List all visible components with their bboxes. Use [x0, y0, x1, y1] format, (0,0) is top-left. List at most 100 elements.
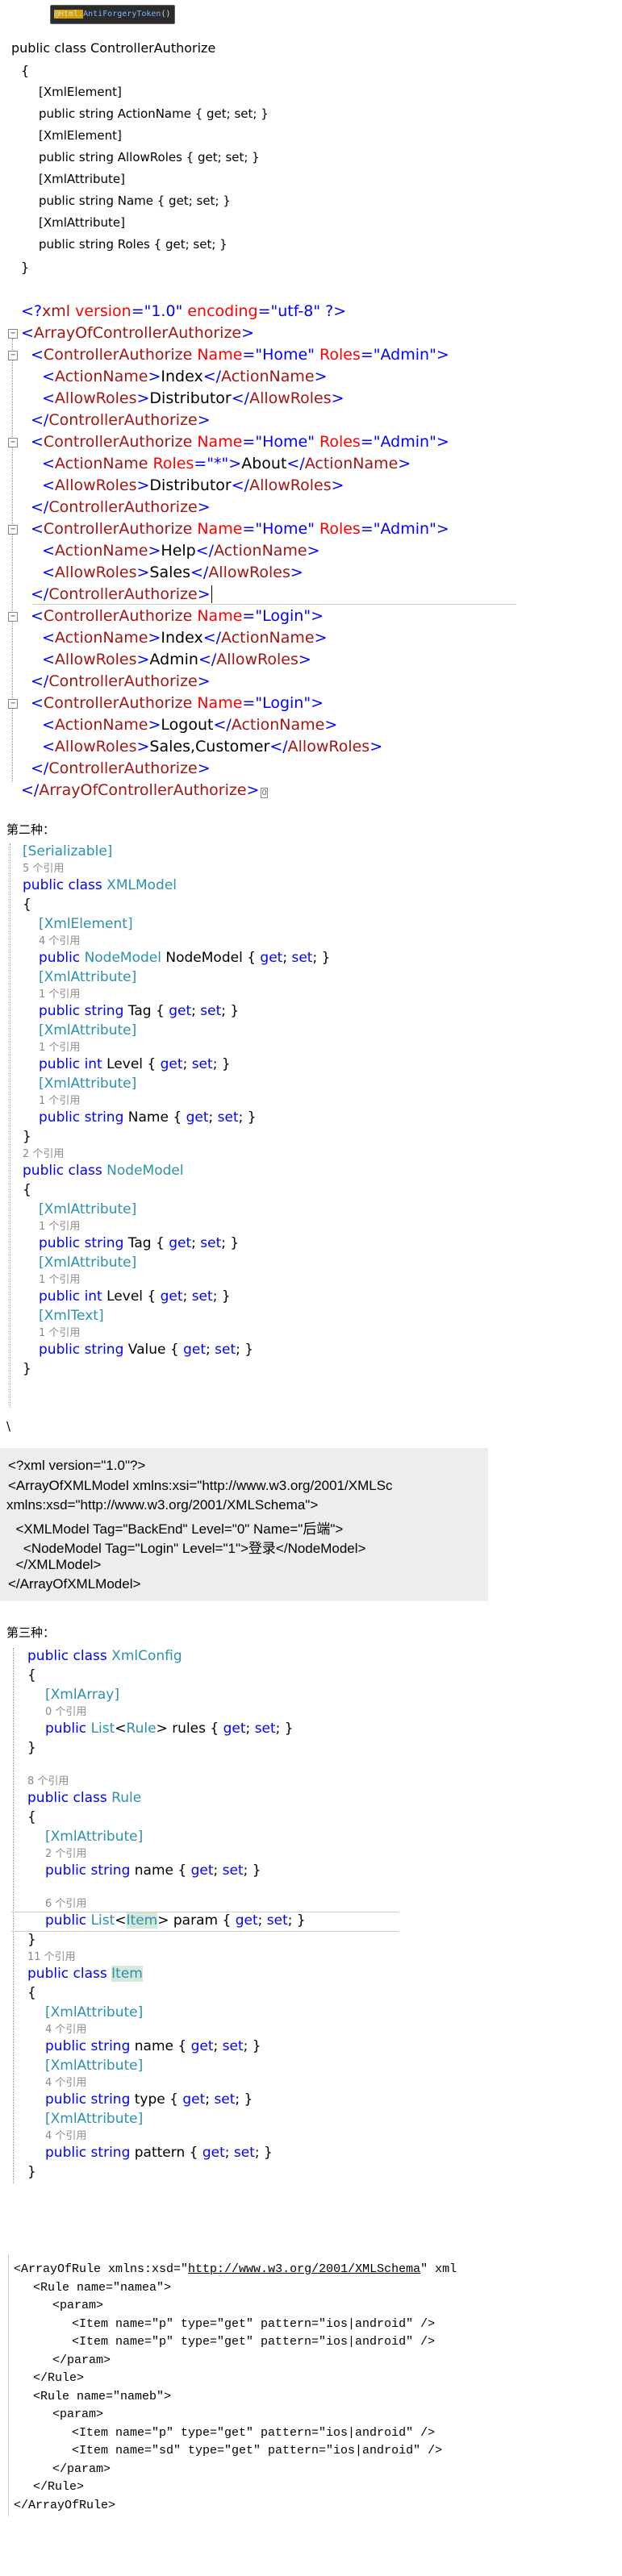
xml-allow-line: <AllowRoles>Sales</AllowRoles>: [42, 564, 303, 581]
attribute-line: [XmlText]: [39, 1308, 104, 1324]
collapse-icon[interactable]: −: [8, 329, 18, 339]
reference-count[interactable]: 6 个引用: [45, 1899, 86, 1910]
collapse-icon[interactable]: −: [8, 699, 18, 709]
property-line: public string name { get; set; }: [45, 2038, 261, 2054]
collapse-icon[interactable]: −: [8, 612, 18, 622]
brace: }: [27, 2164, 36, 2180]
antiforgery-badge: @Html.AntiForgeryToken(): [50, 5, 175, 24]
brace: {: [23, 897, 31, 913]
xml-action-line: <ActionName>Index</ActionName>: [42, 629, 328, 647]
xml-text-line: </param>: [52, 2353, 111, 2367]
reference-count[interactable]: 8 个引用: [27, 1776, 69, 1787]
xml-text-line: <Rule name="nameb">: [33, 2389, 172, 2403]
reference-count[interactable]: 4 个引用: [45, 2078, 86, 2089]
brace: }: [23, 1361, 31, 1377]
member-line: [XmlAttribute]: [39, 215, 125, 230]
xml-entry-open: <ControllerAuthorize Name="Home" Roles="…: [31, 433, 449, 451]
xml-text-line: <ArrayOfXMLModel xmlns:xsi="http://www.w…: [8, 1477, 393, 1493]
attribute-line: [XmlAttribute]: [45, 2004, 144, 2020]
attribute-line: [XmlAttribute]: [45, 1829, 144, 1845]
xml-text-line: <?xml version="1.0"?>: [8, 1458, 146, 1473]
xml-entry-close: </ControllerAuthorize>: [31, 672, 211, 690]
member-line: public string AllowRoles { get; set; }: [39, 150, 260, 164]
property-line: public string Tag { get; set; }: [39, 1235, 240, 1251]
xml-entry-close: </ControllerAuthorize>: [31, 759, 211, 777]
xml-text-line: <NodeModel Tag="Login" Level="1">登录</Nod…: [8, 1541, 366, 1556]
reference-count[interactable]: 1 个引用: [39, 1328, 80, 1339]
xml-declaration: <?xml version="1.0" encoding="utf-8" ?>: [21, 302, 347, 320]
fold-guide: [12, 339, 13, 782]
xml-entry-open: <ControllerAuthorize Name="Home" Roles="…: [31, 346, 449, 364]
property-line: public NodeModel NodeModel { get; set; }: [39, 950, 331, 966]
xml-text-line: </Rule>: [33, 2371, 85, 2385]
xml-root-close: </ArrayOfControllerAuthorize> 0: [21, 781, 268, 799]
reference-count[interactable]: 11 个引用: [27, 1952, 76, 1963]
attribute-line: [XmlAttribute]: [45, 2058, 144, 2074]
xml-allow-line: <AllowRoles>Admin</AllowRoles>: [42, 651, 311, 668]
section-2-xml-panel: <?xml version="1.0"?> <ArrayOfXMLModel xm…: [0, 1448, 488, 1601]
brace: }: [27, 1740, 36, 1756]
brace: {: [27, 1809, 36, 1825]
schema-link[interactable]: http://www.w3.org/2001/XMLSchema: [188, 2262, 420, 2276]
reference-count[interactable]: 2 个引用: [23, 1149, 64, 1160]
xml-text-line: </Rule>: [33, 2480, 85, 2494]
reference-count[interactable]: 1 个引用: [39, 1096, 80, 1107]
brace: }: [23, 1129, 31, 1145]
property-line: public string name { get; set; }: [45, 1862, 261, 1879]
collapse-icon[interactable]: −: [8, 525, 18, 535]
attribute-line: [XmlAttribute]: [39, 1255, 137, 1271]
xml-action-line: <ActionName>Help</ActionName>: [42, 542, 320, 560]
property-line: public string Name { get; set; }: [39, 1109, 257, 1126]
xml-entry-close: </ControllerAuthorize>: [31, 585, 212, 603]
xml-action-line: <ActionName Roles="*">About</ActionName>: [42, 455, 411, 472]
open-brace: {: [21, 63, 30, 78]
attribute-line: [XmlArray]: [45, 1687, 119, 1703]
class-declaration: public class XmlConfig: [27, 1648, 182, 1664]
collapse-icon[interactable]: −: [8, 438, 18, 447]
member-line: [XmlElement]: [39, 85, 122, 99]
property-line: public string Value { get; set; }: [39, 1342, 254, 1358]
xml-allow-line: <AllowRoles>Distributor</AllowRoles>: [42, 389, 344, 407]
xml-text-line: <ArrayOfRule xmlns:xsd="http://www.w3.or…: [14, 2262, 457, 2276]
xml-text-line: </XMLModel>: [8, 1556, 102, 1572]
section-3-xml-panel: <ArrayOfRule xmlns:xsd="http://www.w3.or…: [8, 2254, 622, 2516]
member-line: public string Roles { get; set; }: [39, 237, 228, 252]
brace: }: [27, 1932, 36, 1948]
member-line: [XmlAttribute]: [39, 172, 125, 186]
property-line: public string pattern { get; set; }: [45, 2145, 273, 2161]
property-line: public string Tag { get; set; }: [39, 1003, 240, 1019]
attribute-line: [XmlAttribute]: [39, 1201, 137, 1217]
badge-method: AntiForgeryToken: [83, 10, 161, 19]
reference-count[interactable]: 4 个引用: [45, 2025, 86, 2036]
reference-count[interactable]: 5 个引用: [23, 864, 64, 875]
attribute-line: [XmlAttribute]: [45, 2111, 144, 2127]
reference-count[interactable]: 2 个引用: [45, 1849, 86, 1860]
section-3-title: 第三种：: [6, 1625, 56, 1640]
reference-count[interactable]: 1 个引用: [39, 989, 80, 1001]
reference-count[interactable]: 1 个引用: [39, 1221, 80, 1233]
xml-text-line: <param>: [52, 2299, 104, 2312]
class-declaration: public class NodeModel: [23, 1163, 184, 1179]
property-line: public int Level { get; set; }: [39, 1056, 231, 1072]
member-line: public string Name { get; set; }: [39, 194, 231, 208]
attribute-line: [XmlAttribute]: [39, 1076, 137, 1092]
reference-count[interactable]: 0 个引用: [45, 1707, 86, 1718]
attribute-line: [XmlAttribute]: [39, 969, 137, 985]
member-line: [XmlElement]: [39, 128, 122, 143]
xml-entry-open: <ControllerAuthorize Name="Login">: [31, 607, 324, 625]
section-2-trailing-mark: \: [6, 1419, 11, 1434]
reference-count[interactable]: 4 个引用: [45, 2131, 86, 2142]
xml-entry-open: <ControllerAuthorize Name="Home" Roles="…: [31, 520, 449, 538]
xml-text-line: <Item name="sd" type="get" pattern="ios|…: [72, 2444, 443, 2457]
xml-text-line: </ArrayOfXMLModel>: [8, 1576, 141, 1592]
brace: {: [27, 1667, 36, 1683]
collapse-icon[interactable]: −: [8, 351, 18, 360]
reference-count[interactable]: 4 个引用: [39, 936, 80, 947]
attribute-line: [XmlAttribute]: [39, 1022, 137, 1038]
xml-text-line: <Rule name="namea">: [33, 2280, 172, 2295]
attribute-line: [Serializable]: [23, 843, 113, 859]
xml-text-line: <Item name="p" type="get" pattern="ios|a…: [72, 2425, 436, 2440]
reference-count[interactable]: 1 个引用: [39, 1042, 80, 1054]
reference-count[interactable]: 1 个引用: [39, 1275, 80, 1286]
class-declaration: public class Rule: [27, 1790, 142, 1806]
